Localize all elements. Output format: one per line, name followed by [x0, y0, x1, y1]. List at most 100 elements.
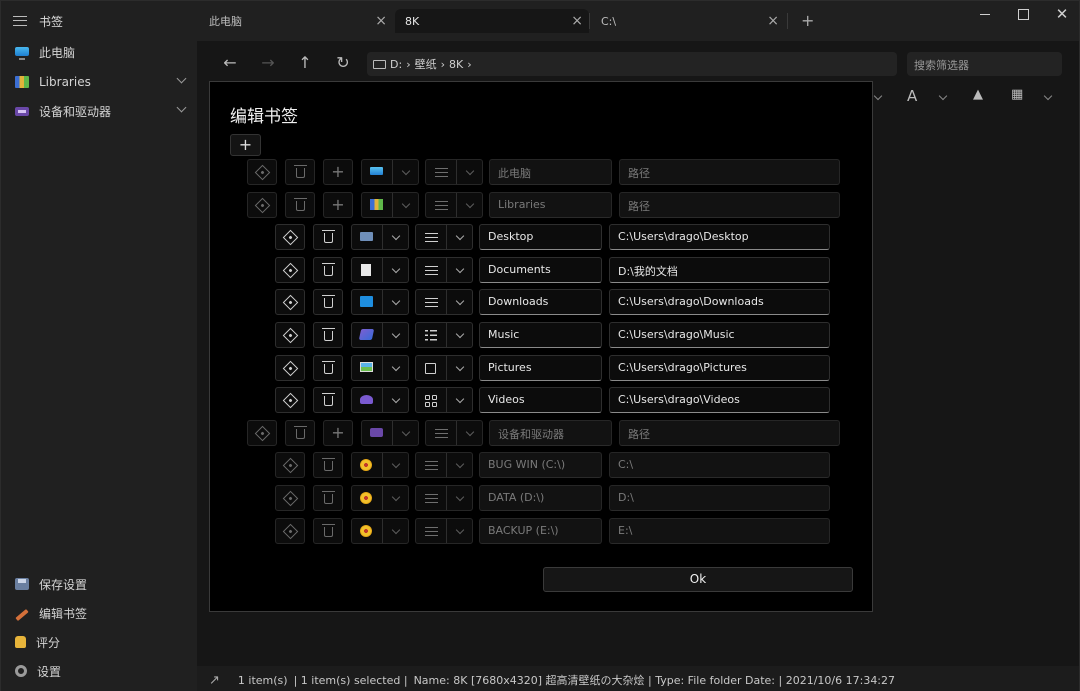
bookmark-name-input[interactable]: 此电脑 [489, 159, 612, 185]
view-mode-select[interactable] [425, 159, 483, 185]
tab-this-pc[interactable]: 此电脑 × [199, 9, 393, 33]
move-button[interactable] [247, 419, 277, 446]
icon-select[interactable] [351, 224, 409, 251]
move-button[interactable] [247, 159, 277, 185]
bookmark-path-input[interactable]: C:\Users\drago\Videos [609, 387, 830, 414]
add-bookmark-button[interactable]: + [230, 134, 261, 156]
bookmark-name-input[interactable]: Libraries [489, 191, 612, 218]
sort-triangle-icon[interactable]: ▲ [973, 87, 983, 102]
bookmark-path-input[interactable]: C:\Users\drago\Music [609, 322, 830, 348]
icon-select[interactable] [351, 256, 409, 283]
delete-button[interactable] [313, 289, 343, 316]
breadcrumb-8k[interactable]: 8K [449, 58, 463, 71]
move-button[interactable] [275, 517, 305, 544]
delete-button[interactable] [313, 485, 343, 511]
bookmark-name-input[interactable]: Documents [479, 256, 602, 283]
view-mode-select[interactable] [415, 289, 473, 316]
bookmark-name-input[interactable]: BACKUP (E:\) [479, 517, 602, 544]
tab-8k[interactable]: 8K × [395, 9, 589, 33]
bookmark-name-input[interactable]: 设备和驱动器 [489, 419, 612, 446]
delete-button[interactable] [313, 322, 343, 348]
layout-grid-icon[interactable]: ▦ [1011, 87, 1023, 102]
search-input[interactable]: 搜索筛选器 [907, 52, 1062, 76]
bookmark-name-input[interactable]: Pictures [479, 354, 602, 381]
delete-button[interactable] [313, 517, 343, 544]
sidebar-item-rate[interactable]: 评分 [15, 631, 191, 653]
breadcrumb-wallpaper[interactable]: 壁纸 [415, 56, 437, 72]
move-button[interactable] [275, 485, 305, 511]
delete-button[interactable] [285, 159, 315, 185]
move-button[interactable] [275, 256, 305, 283]
ok-button[interactable]: Ok [543, 567, 853, 592]
maximize-icon[interactable] [1013, 5, 1033, 23]
icon-select[interactable] [351, 485, 409, 511]
bookmark-name-input[interactable]: DATA (D:\) [479, 485, 602, 511]
view-mode-select[interactable] [415, 354, 473, 381]
move-button[interactable] [247, 191, 277, 218]
icon-select[interactable] [361, 191, 419, 218]
address-bar[interactable]: D: › 壁纸 › 8K › [367, 52, 897, 76]
move-button[interactable] [275, 387, 305, 414]
bookmark-path-input[interactable]: 路径 [619, 419, 840, 446]
view-mode-select[interactable] [415, 485, 473, 511]
move-button[interactable] [275, 224, 305, 251]
view-mode-select[interactable] [415, 256, 473, 283]
move-button[interactable] [275, 354, 305, 381]
bookmark-path-input[interactable]: D:\ [609, 485, 830, 511]
tab-c-drive[interactable]: C:\ × [591, 9, 785, 33]
bookmark-path-input[interactable]: C:\Users\drago\Pictures [609, 354, 830, 381]
close-icon[interactable]: × [571, 13, 583, 29]
minimize-icon[interactable] [975, 5, 995, 23]
view-mode-select[interactable] [415, 322, 473, 348]
move-button[interactable] [275, 452, 305, 479]
delete-button[interactable] [313, 256, 343, 283]
delete-button[interactable] [313, 452, 343, 479]
bookmark-path-input[interactable]: D:\我的文档 [609, 256, 830, 283]
bookmark-path-input[interactable]: C:\ [609, 452, 830, 479]
bookmark-name-input[interactable]: Desktop [479, 224, 602, 251]
hamburger-menu-icon[interactable] [13, 16, 27, 26]
view-mode-select[interactable] [415, 452, 473, 479]
chevron-down-icon[interactable] [176, 102, 187, 113]
view-mode-select[interactable] [415, 517, 473, 544]
move-button[interactable] [275, 289, 305, 316]
bookmark-name-input[interactable]: Music [479, 322, 602, 348]
bookmark-path-input[interactable]: C:\Users\drago\Desktop [609, 224, 830, 251]
delete-button[interactable] [313, 387, 343, 414]
icon-select[interactable] [361, 419, 419, 446]
refresh-icon[interactable]: ↻ [333, 53, 353, 73]
expand-arrow-icon[interactable]: ↗ [209, 673, 220, 688]
bookmark-name-input[interactable]: Videos [479, 387, 602, 414]
sidebar-item-settings[interactable]: 设置 [15, 660, 191, 682]
add-child-button[interactable]: + [323, 159, 353, 185]
icon-select[interactable] [351, 517, 409, 544]
forward-arrow-icon[interactable]: → [258, 53, 278, 73]
icon-select[interactable] [351, 452, 409, 479]
sidebar-item-edit-bookmarks[interactable]: 编辑书签 [15, 602, 191, 624]
delete-button[interactable] [313, 354, 343, 381]
sidebar-item-this-pc[interactable]: 此电脑 [15, 41, 191, 63]
bookmark-name-input[interactable]: Downloads [479, 289, 602, 316]
close-icon[interactable]: × [767, 13, 779, 29]
view-mode-select[interactable] [425, 191, 483, 218]
bookmark-name-input[interactable]: BUG WIN (C:\) [479, 452, 602, 479]
add-child-button[interactable]: + [323, 191, 353, 218]
back-arrow-icon[interactable]: ← [220, 53, 240, 73]
sidebar-item-devices[interactable]: 设备和驱动器 [15, 100, 191, 122]
view-mode-select[interactable] [425, 419, 483, 446]
add-child-button[interactable]: + [323, 419, 353, 446]
move-button[interactable] [275, 322, 305, 348]
delete-button[interactable] [285, 419, 315, 446]
bookmark-path-input[interactable]: 路径 [619, 191, 840, 218]
chevron-down-icon[interactable] [176, 73, 187, 84]
close-icon[interactable]: × [375, 13, 387, 29]
new-tab-plus-icon[interactable]: + [801, 11, 814, 30]
bookmark-path-input[interactable]: C:\Users\drago\Downloads [609, 289, 830, 316]
bookmark-path-input[interactable]: E:\ [609, 517, 830, 544]
bookmark-path-input[interactable]: 路径 [619, 159, 840, 185]
font-icon[interactable]: A [907, 87, 917, 105]
delete-button[interactable] [313, 224, 343, 251]
delete-button[interactable] [285, 191, 315, 218]
icon-select[interactable] [361, 159, 419, 185]
icon-select[interactable] [351, 322, 409, 348]
